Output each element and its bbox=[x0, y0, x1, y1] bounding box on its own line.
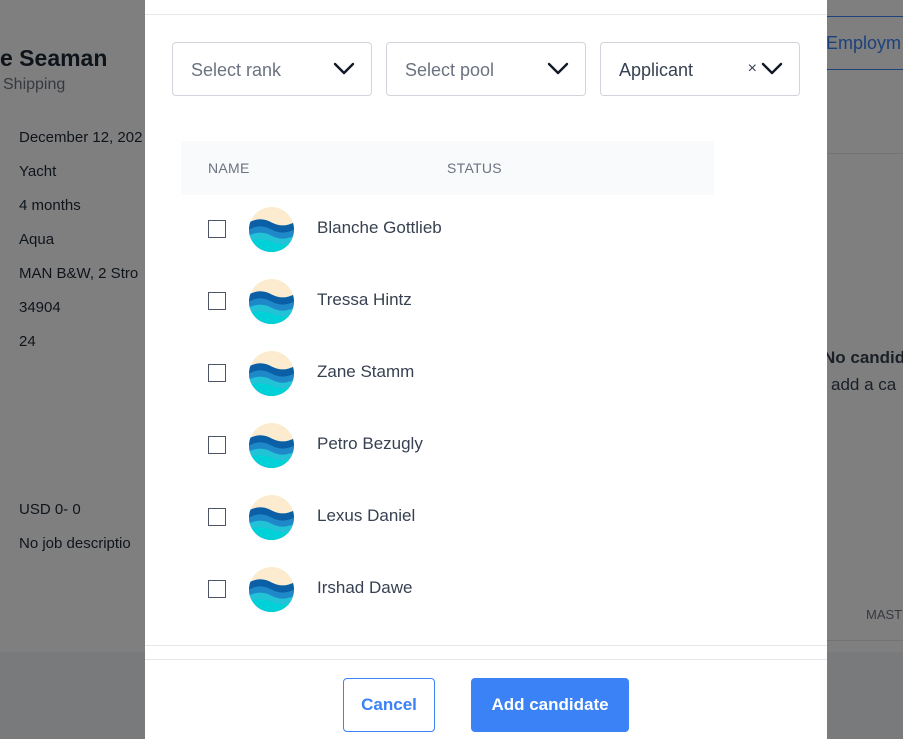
candidate-name: Tressa Hintz bbox=[317, 290, 412, 309]
clear-icon[interactable]: × bbox=[748, 60, 757, 78]
cancel-button[interactable]: Cancel bbox=[343, 678, 435, 732]
column-header-status: STATUS bbox=[447, 160, 502, 176]
wave-avatar-icon bbox=[249, 423, 294, 468]
wave-avatar-icon bbox=[249, 207, 294, 252]
row-checkbox[interactable] bbox=[208, 364, 226, 382]
wave-avatar-icon bbox=[249, 351, 294, 396]
rank-select[interactable]: Select rank bbox=[172, 42, 372, 96]
table-row: Petro Bezugly bbox=[181, 412, 714, 484]
row-checkbox[interactable] bbox=[208, 292, 226, 310]
candidate-name: Petro Bezugly bbox=[317, 434, 423, 453]
chevron-down-icon bbox=[547, 62, 569, 75]
pool-select-placeholder: Select pool bbox=[405, 60, 495, 80]
modal-footer-divider bbox=[145, 645, 827, 646]
table-row: Tressa Hintz bbox=[181, 268, 714, 340]
candidate-name: Lexus Daniel bbox=[317, 506, 416, 525]
table-row: Blanche Gottlieb bbox=[181, 196, 714, 268]
rank-select-placeholder: Select rank bbox=[191, 60, 282, 80]
add-candidate-modal: Select rank Select pool Applicant × NAME… bbox=[145, 0, 827, 739]
table-row: Irshad Dawe bbox=[181, 556, 714, 628]
pool-select[interactable]: Select pool bbox=[386, 42, 586, 96]
row-checkbox[interactable] bbox=[208, 436, 226, 454]
wave-avatar-icon bbox=[249, 567, 294, 612]
status-select-value: Applicant bbox=[619, 60, 694, 80]
chevron-down-icon bbox=[761, 62, 783, 75]
row-checkbox[interactable] bbox=[208, 220, 226, 238]
add-candidate-button[interactable]: Add candidate bbox=[471, 678, 629, 732]
candidate-name: Zane Stamm bbox=[317, 362, 415, 381]
wave-avatar-icon bbox=[249, 279, 294, 324]
row-checkbox[interactable] bbox=[208, 580, 226, 598]
modal-footer-divider bbox=[145, 659, 827, 660]
wave-avatar-icon bbox=[249, 495, 294, 540]
candidate-name: Irshad Dawe bbox=[317, 578, 413, 597]
column-header-name: NAME bbox=[208, 160, 250, 176]
status-select[interactable]: Applicant × bbox=[600, 42, 800, 96]
modal-header-divider bbox=[145, 14, 827, 15]
candidate-name: Blanche Gottlieb bbox=[317, 218, 442, 237]
row-checkbox[interactable] bbox=[208, 508, 226, 526]
candidate-table-header: NAME STATUS bbox=[181, 141, 714, 195]
table-row: Lexus Daniel bbox=[181, 484, 714, 556]
chevron-down-icon bbox=[333, 62, 355, 75]
table-row: Zane Stamm bbox=[181, 340, 714, 412]
